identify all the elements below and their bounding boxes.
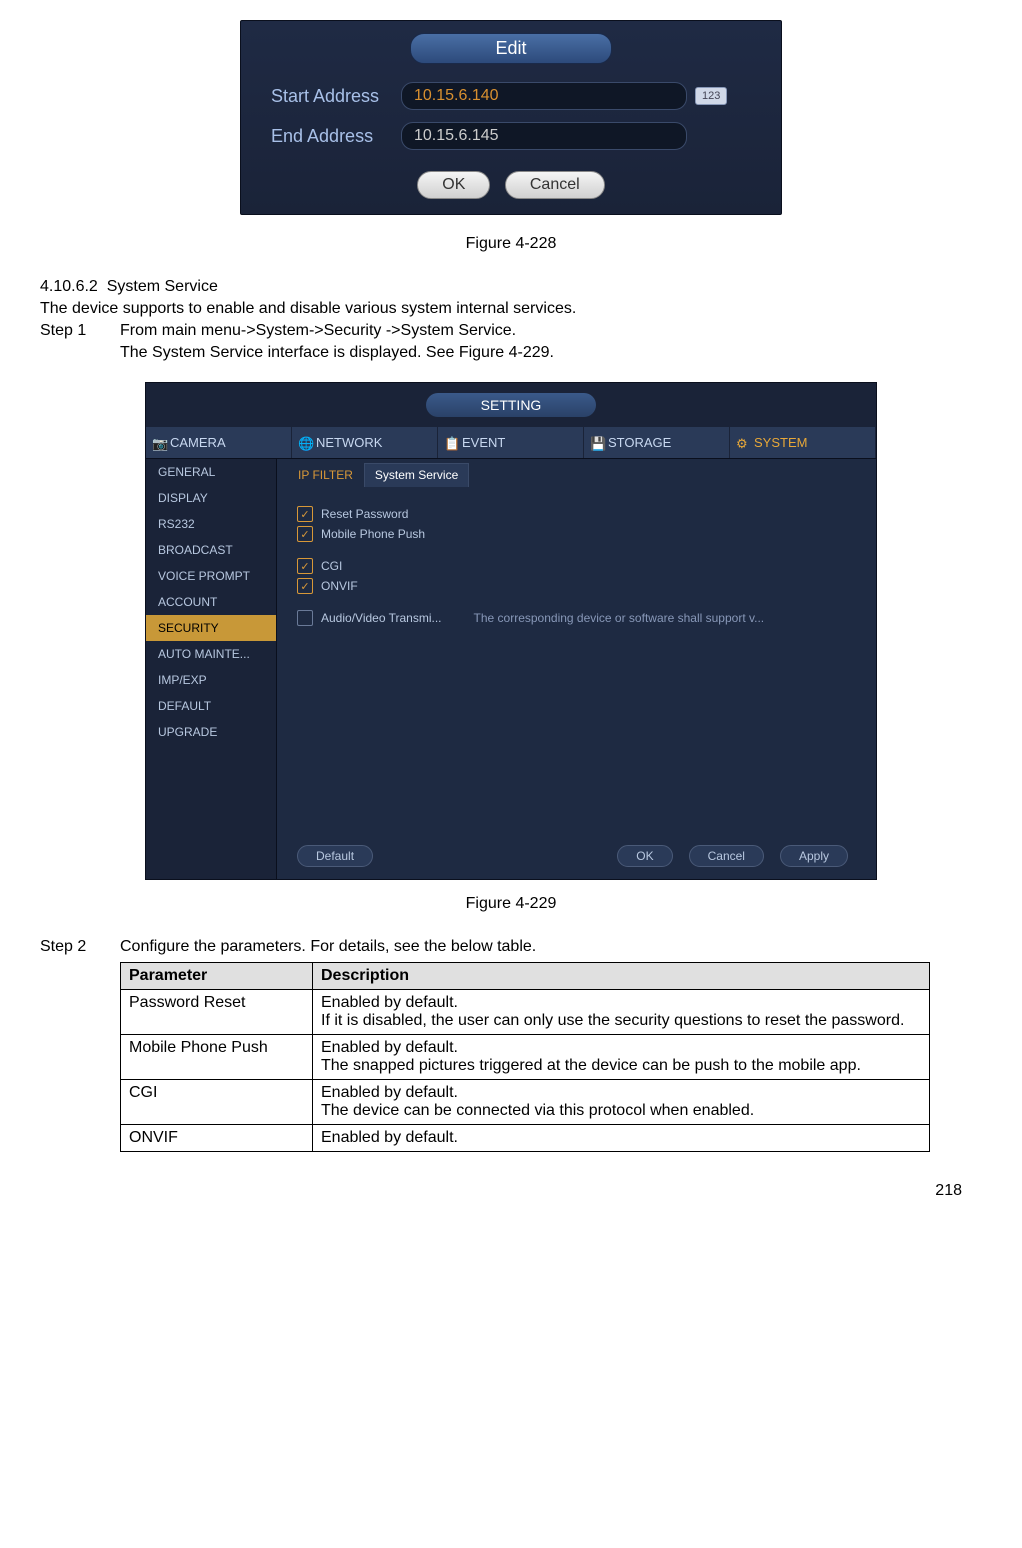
table-row: ONVIF Enabled by default. bbox=[121, 1125, 930, 1152]
cgi-checkbox[interactable] bbox=[297, 558, 313, 574]
figure-caption-1: Figure 4-228 bbox=[40, 235, 982, 253]
tab-event[interactable]: 📋EVENT bbox=[438, 427, 584, 458]
setting-header: SETTING bbox=[426, 393, 596, 417]
sidebar-item-general[interactable]: GENERAL bbox=[146, 459, 276, 485]
sidebar-item-rs232[interactable]: RS232 bbox=[146, 511, 276, 537]
cancel-button[interactable]: Cancel bbox=[505, 171, 605, 199]
sidebar: GENERAL DISPLAY RS232 BROADCAST VOICE PR… bbox=[146, 459, 277, 879]
edit-dialog-title: Edit bbox=[410, 33, 612, 64]
sidebar-item-default[interactable]: DEFAULT bbox=[146, 693, 276, 719]
table-header-description: Description bbox=[313, 963, 930, 990]
setting-panel: SETTING 📷CAMERA 🌐NETWORK 📋EVENT 💾STORAGE… bbox=[145, 382, 877, 880]
end-address-input[interactable]: 10.15.6.145 bbox=[401, 122, 687, 150]
step1-result: The System Service interface is displaye… bbox=[120, 344, 982, 362]
sidebar-item-display[interactable]: DISPLAY bbox=[146, 485, 276, 511]
onvif-checkbox[interactable] bbox=[297, 578, 313, 594]
onvif-label: ONVIF bbox=[321, 579, 358, 593]
network-icon: 🌐 bbox=[298, 436, 312, 450]
table-row: CGI Enabled by default.The device can be… bbox=[121, 1080, 930, 1125]
start-address-label: Start Address bbox=[271, 86, 401, 107]
step2-text: Configure the parameters. For details, s… bbox=[120, 938, 536, 956]
mobile-push-label: Mobile Phone Push bbox=[321, 527, 425, 541]
parameters-table: Parameter Description Password Reset Ena… bbox=[120, 962, 930, 1152]
av-transmission-desc: The corresponding device or software sha… bbox=[474, 611, 765, 625]
ok-button[interactable]: OK bbox=[417, 171, 490, 199]
step1-text: From main menu->System->Security ->Syste… bbox=[120, 322, 516, 340]
av-transmission-checkbox[interactable] bbox=[297, 610, 313, 626]
end-address-label: End Address bbox=[271, 126, 401, 147]
reset-password-checkbox[interactable] bbox=[297, 506, 313, 522]
main-tabs: 📷CAMERA 🌐NETWORK 📋EVENT 💾STORAGE ⚙SYSTEM bbox=[146, 427, 876, 459]
section-heading: 4.10.6.2 System Service bbox=[40, 278, 982, 296]
step1-label: Step 1 bbox=[40, 322, 100, 340]
event-icon: 📋 bbox=[444, 436, 458, 450]
table-row: Password Reset Enabled by default.If it … bbox=[121, 990, 930, 1035]
content-area: IP FILTER System Service Reset Password … bbox=[277, 459, 876, 879]
cgi-label: CGI bbox=[321, 559, 342, 573]
table-row: Mobile Phone Push Enabled by default.The… bbox=[121, 1035, 930, 1080]
sidebar-item-upgrade[interactable]: UPGRADE bbox=[146, 719, 276, 745]
sidebar-item-auto-mainte[interactable]: AUTO MAINTE... bbox=[146, 641, 276, 667]
step2-label: Step 2 bbox=[40, 938, 100, 956]
start-address-input[interactable]: 10.15.6.140 bbox=[401, 82, 687, 110]
tab-network[interactable]: 🌐NETWORK bbox=[292, 427, 438, 458]
tab-system[interactable]: ⚙SYSTEM bbox=[730, 427, 876, 458]
subtab-ip-filter[interactable]: IP FILTER bbox=[287, 463, 364, 487]
apply-button[interactable]: Apply bbox=[780, 845, 848, 867]
table-header-parameter: Parameter bbox=[121, 963, 313, 990]
sidebar-item-account[interactable]: ACCOUNT bbox=[146, 589, 276, 615]
sidebar-item-broadcast[interactable]: BROADCAST bbox=[146, 537, 276, 563]
figure-caption-2: Figure 4-229 bbox=[40, 895, 982, 913]
sidebar-item-security[interactable]: SECURITY bbox=[146, 615, 276, 641]
camera-icon: 📷 bbox=[152, 436, 166, 450]
system-icon: ⚙ bbox=[736, 436, 750, 450]
mobile-push-checkbox[interactable] bbox=[297, 526, 313, 542]
edit-dialog: Edit Start Address 10.15.6.140 123 End A… bbox=[240, 20, 782, 215]
subtab-system-service[interactable]: System Service bbox=[364, 463, 469, 487]
section-intro: The device supports to enable and disabl… bbox=[40, 300, 982, 318]
storage-icon: 💾 bbox=[590, 436, 604, 450]
input-mode-badge[interactable]: 123 bbox=[695, 87, 727, 105]
tab-storage[interactable]: 💾STORAGE bbox=[584, 427, 730, 458]
page-number: 218 bbox=[40, 1182, 982, 1200]
default-button[interactable]: Default bbox=[297, 845, 373, 867]
sidebar-item-imp-exp[interactable]: IMP/EXP bbox=[146, 667, 276, 693]
sidebar-item-voice-prompt[interactable]: VOICE PROMPT bbox=[146, 563, 276, 589]
tab-camera[interactable]: 📷CAMERA bbox=[146, 427, 292, 458]
reset-password-label: Reset Password bbox=[321, 507, 408, 521]
ok-button-2[interactable]: OK bbox=[617, 845, 672, 867]
av-transmission-label: Audio/Video Transmi... bbox=[321, 611, 442, 625]
cancel-button-2[interactable]: Cancel bbox=[689, 845, 764, 867]
